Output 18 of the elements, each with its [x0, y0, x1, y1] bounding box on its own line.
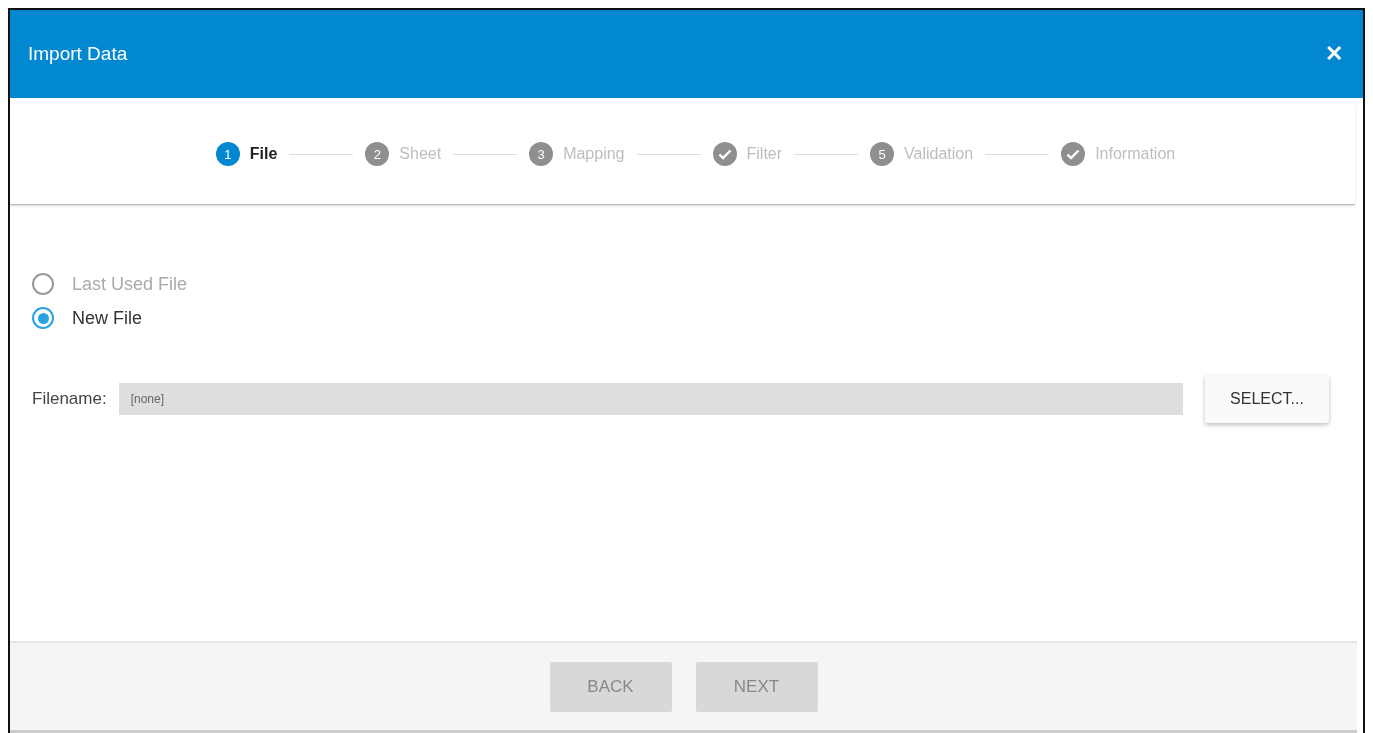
check-icon — [712, 142, 737, 166]
step[interactable]: 3 Mapping — [529, 142, 625, 166]
step[interactable]: 1 File — [215, 142, 278, 166]
step[interactable]: Filter — [712, 142, 783, 166]
step[interactable]: Information — [1061, 142, 1176, 166]
close-button[interactable]: ✕ — [1321, 37, 1347, 71]
radio-option[interactable]: New File — [32, 307, 142, 329]
check-icon — [1061, 142, 1086, 166]
step[interactable]: 5 Validation — [870, 142, 974, 166]
step-number: 3 — [529, 142, 554, 166]
step-number: 5 — [870, 142, 895, 166]
window-title: Import Data — [28, 43, 128, 65]
step-number: 1 — [215, 142, 240, 166]
filename-label: Filename: — [32, 389, 107, 409]
step-number: 2 — [365, 142, 390, 166]
select-button[interactable]: SELECT... — [1205, 375, 1329, 423]
filename-field[interactable]: [none] — [118, 383, 1183, 415]
step[interactable]: 2 Sheet — [365, 142, 442, 166]
